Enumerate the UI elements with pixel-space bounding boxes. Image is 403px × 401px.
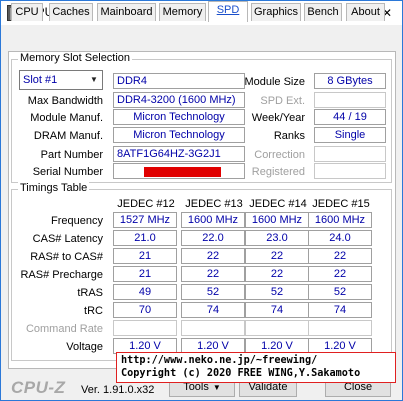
timing-cell: 74 <box>245 302 309 318</box>
tab-about[interactable]: About <box>346 3 385 21</box>
ranks-label: Ranks <box>273 130 305 142</box>
chevron-down-icon[interactable]: ▼ <box>86 71 102 89</box>
timing-cell: 52 <box>245 284 309 300</box>
correction-field <box>314 146 386 162</box>
timing-row-label: tRAS <box>77 287 103 299</box>
timing-row-label: Voltage <box>66 341 103 353</box>
timing-cell: 49 <box>113 284 177 300</box>
registered-label: Registered <box>251 166 305 178</box>
overlay-url: http://www.neko.ne.jp/~freewing/ <box>121 355 318 366</box>
tab-mainboard[interactable]: Mainboard <box>97 3 156 21</box>
cpuz-window: CPU-Z ─ ✕ CPU Caches Mainboard Memory SP… <box>0 0 403 401</box>
spd-ext-label: SPD Ext. <box>260 95 305 107</box>
module-manuf-label: Module Manuf. <box>30 112 103 124</box>
module-manuf-field: Micron Technology <box>113 109 245 125</box>
timing-cell <box>181 320 245 336</box>
timing-cell: 22 <box>245 266 309 282</box>
timing-cell: 22 <box>308 248 372 264</box>
group-title: Memory Slot Selection <box>18 52 133 64</box>
spd-ext-field <box>314 92 386 108</box>
registered-field <box>314 163 386 179</box>
week-year-field: 44 / 19 <box>314 109 386 125</box>
timing-cell: 21 <box>113 248 177 264</box>
serial-number-label: Serial Number <box>32 166 103 178</box>
timing-cell: 22.0 <box>181 230 245 246</box>
dram-manuf-label: DRAM Manuf. <box>33 130 103 142</box>
tab-memory[interactable]: Memory <box>159 3 206 21</box>
timing-cell: 74 <box>308 302 372 318</box>
timing-cell: 22 <box>245 248 309 264</box>
timing-cell: 1600 MHz <box>245 212 309 228</box>
memory-type-field: DDR4 <box>113 73 245 89</box>
module-size-field: 8 GBytes <box>314 73 386 89</box>
timing-cell: 52 <box>308 284 372 300</box>
tab-bench[interactable]: Bench <box>304 3 342 21</box>
dram-manuf-field: Micron Technology <box>113 127 245 143</box>
column-header: JEDEC #13 <box>185 198 243 210</box>
timing-row-label: tRC <box>84 305 103 317</box>
module-size-label: Module Size <box>244 76 305 88</box>
timing-cell: 21 <box>113 266 177 282</box>
part-number-field: 8ATF1G64HZ-3G2J1 <box>113 146 245 162</box>
slot-select[interactable]: Slot #1 ▼ <box>19 70 103 90</box>
tab-caches[interactable]: Caches <box>49 3 93 21</box>
tab-graphics[interactable]: Graphics <box>251 3 301 21</box>
version-label: Ver. 1.91.0.x32 <box>81 384 155 396</box>
max-bandwidth-label: Max Bandwidth <box>27 95 103 107</box>
timing-row-label: RAS# Precharge <box>20 269 103 281</box>
timing-row-label: RAS# to CAS# <box>30 251 103 263</box>
group-title: Timings Table <box>18 182 90 194</box>
timing-cell <box>113 320 177 336</box>
timing-cell: 70 <box>113 302 177 318</box>
copyright-overlay: http://www.neko.ne.jp/~freewing/ Copyrig… <box>116 352 396 383</box>
column-header: JEDEC #15 <box>312 198 370 210</box>
cpuz-logo: CPU-Z <box>11 378 66 397</box>
timing-cell: 23.0 <box>245 230 309 246</box>
ranks-field: Single <box>314 127 386 143</box>
column-header: JEDEC #12 <box>117 198 175 210</box>
overlay-copyright: Copyright (c) 2020 FREE WING,Y.Sakamoto <box>121 368 361 379</box>
timing-row-label: Command Rate <box>25 323 103 335</box>
timing-cell: 22 <box>181 248 245 264</box>
timing-row-label: Frequency <box>51 215 103 227</box>
timing-cell: 22 <box>308 266 372 282</box>
timing-cell: 21.0 <box>113 230 177 246</box>
chevron-down-icon: ▼ <box>212 383 221 392</box>
timing-cell: 24.0 <box>308 230 372 246</box>
timing-cell <box>308 320 372 336</box>
timing-cell: 22 <box>181 266 245 282</box>
timing-cell: 1600 MHz <box>181 212 245 228</box>
timing-cell: 52 <box>181 284 245 300</box>
timing-cell: 1527 MHz <box>113 212 177 228</box>
serial-number-redaction <box>144 167 221 177</box>
timing-cell: 74 <box>181 302 245 318</box>
timing-cell <box>245 320 309 336</box>
part-number-label: Part Number <box>40 149 103 161</box>
correction-label: Correction <box>254 149 305 161</box>
timing-row-label: CAS# Latency <box>32 233 103 245</box>
timing-cell: 1600 MHz <box>308 212 372 228</box>
slot-select-value: Slot #1 <box>23 74 58 86</box>
column-header: JEDEC #14 <box>249 198 307 210</box>
max-bandwidth-field: DDR4-3200 (1600 MHz) <box>113 92 245 108</box>
week-year-label: Week/Year <box>251 112 305 124</box>
tab-cpu[interactable]: CPU <box>11 3 43 21</box>
tab-spd[interactable]: SPD <box>208 1 248 22</box>
